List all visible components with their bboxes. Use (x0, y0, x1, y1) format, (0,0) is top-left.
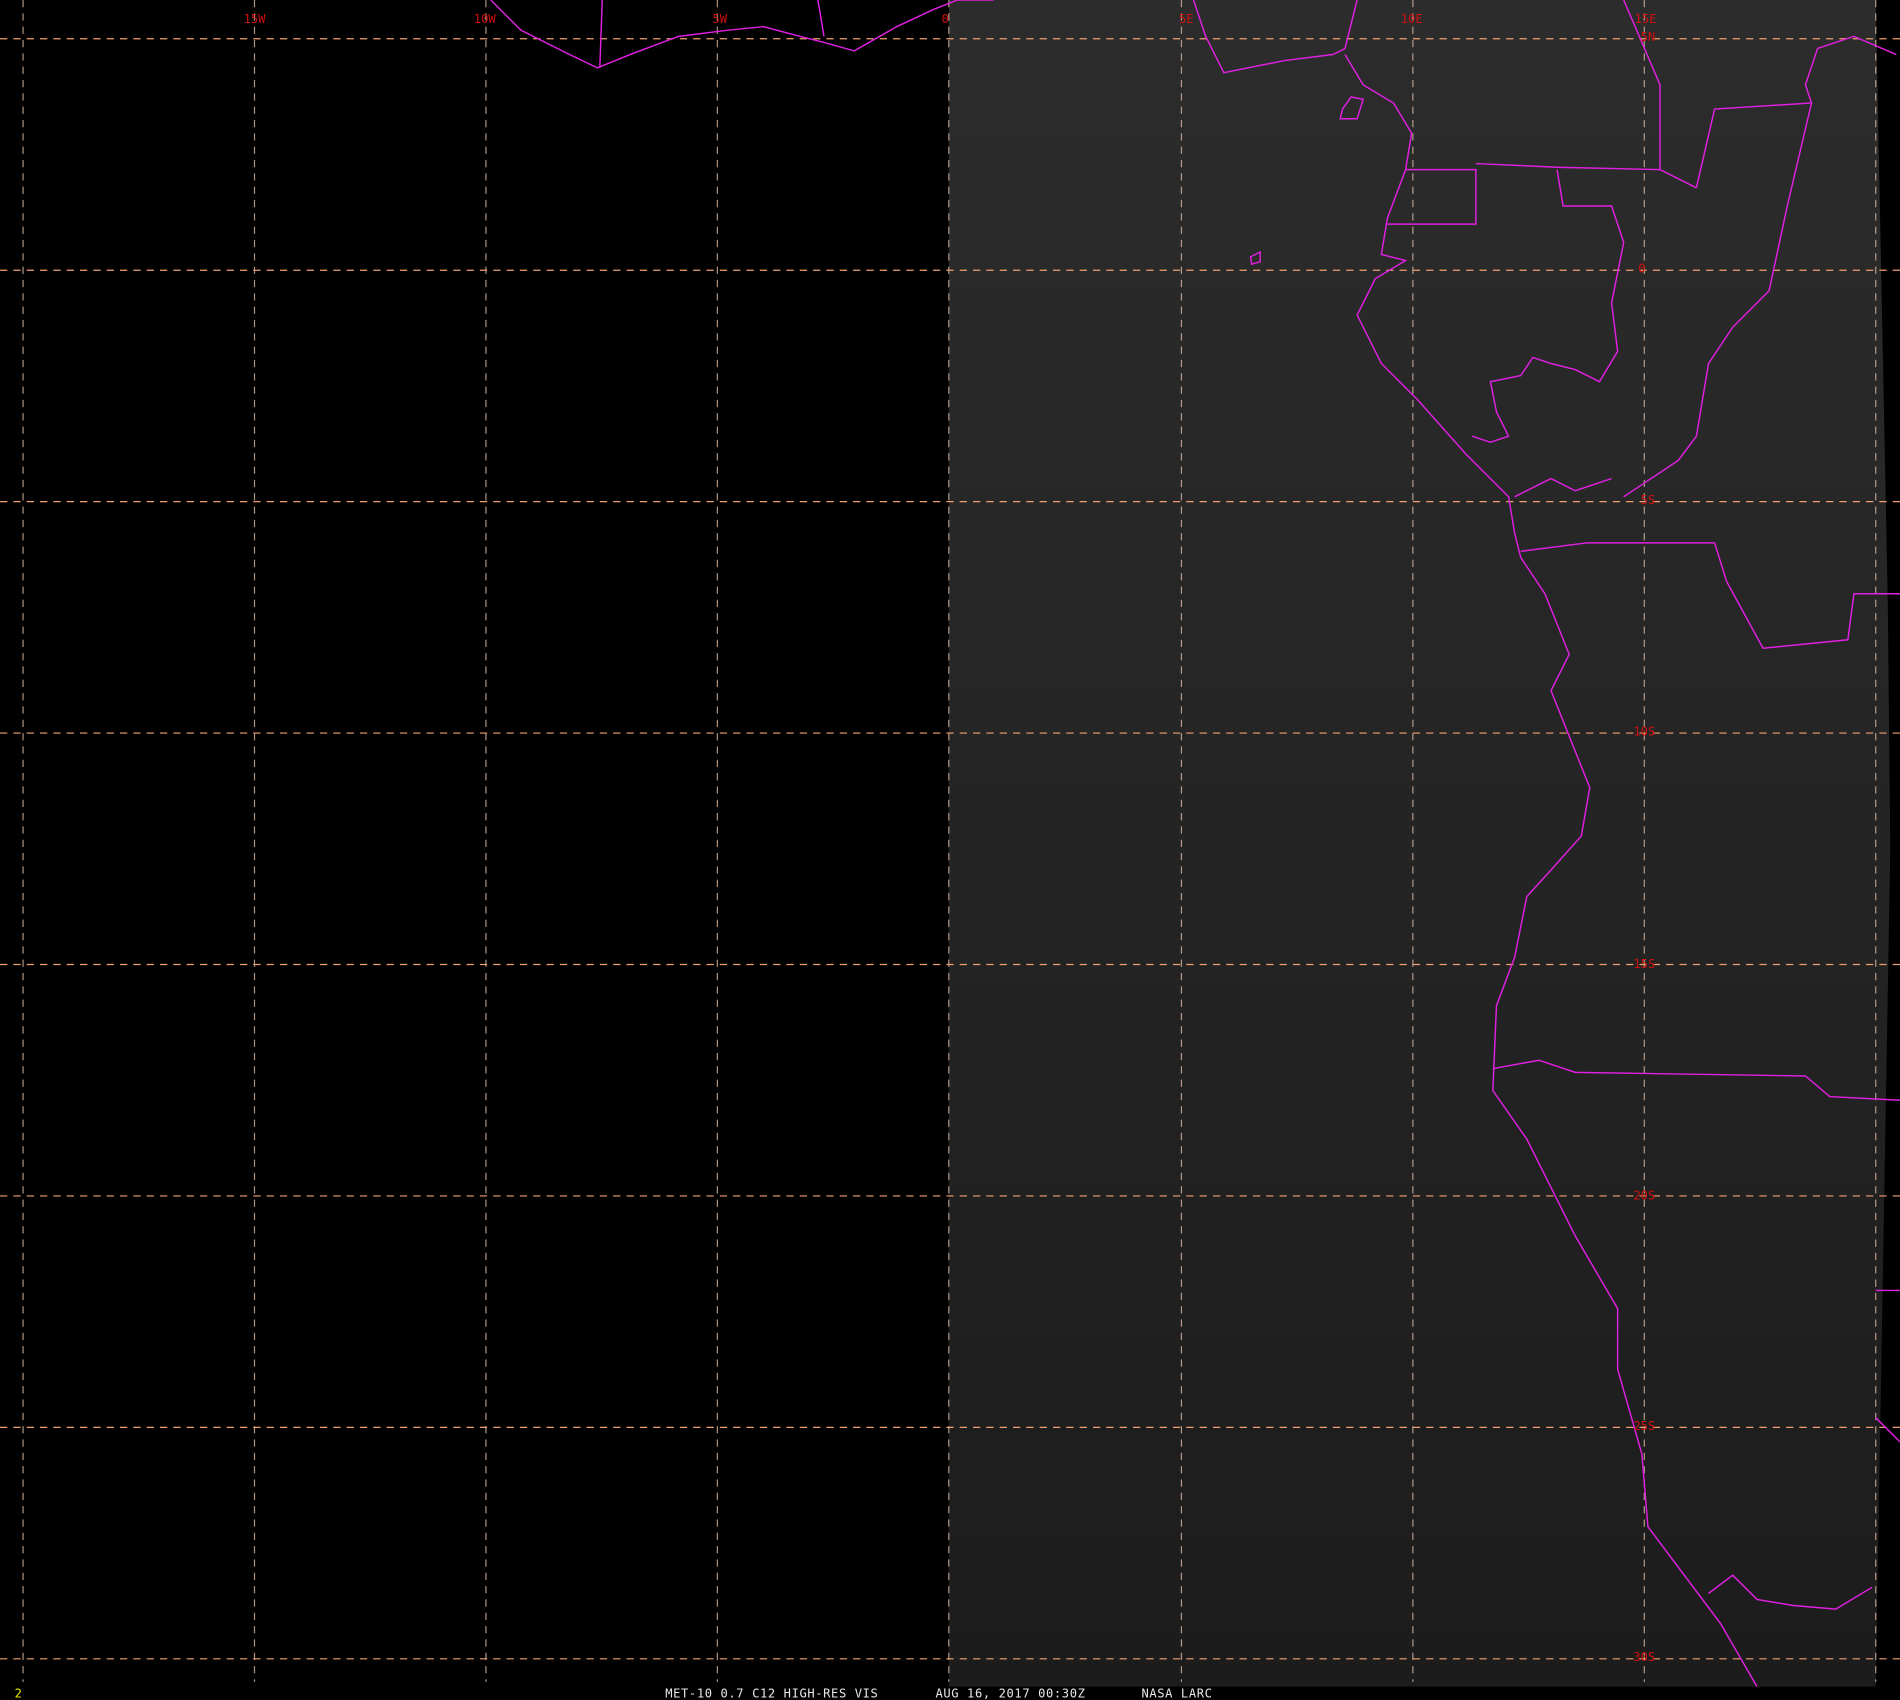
lon-label: 5E (1179, 12, 1194, 26)
caption-product: MET-10 0.7 C12 HIGH-RES VIS (665, 1687, 878, 1700)
satellite-image-viewer: 15W 10W 5W 0 5E 10E 15E 5N 0 5S 10S 15S … (0, 0, 1900, 1700)
lat-label: 30S (1633, 1650, 1655, 1664)
lon-label: 5W (713, 12, 728, 26)
lon-label: 10E (1401, 12, 1423, 26)
lat-label: 15S (1633, 957, 1655, 971)
lat-label: 0 (1638, 262, 1645, 276)
caption-datetime: AUG 16, 2017 00:30Z (935, 1687, 1085, 1700)
lat-label: 10S (1633, 724, 1655, 738)
lat-label: 20S (1633, 1189, 1655, 1203)
lat-label: 25S (1633, 1419, 1655, 1433)
frame-number: 2 (15, 1687, 23, 1700)
lat-label: 5S (1641, 493, 1656, 507)
map-canvas: 15W 10W 5W 0 5E 10E 15E 5N 0 5S 10S 15S … (0, 0, 1900, 1700)
lon-label: 0 (942, 12, 949, 26)
daylight-image-region (948, 0, 1891, 1687)
lon-label: 10W (474, 12, 497, 26)
coastline-gulf-of-guinea-north (490, 0, 994, 69)
lon-label: 15E (1635, 12, 1657, 26)
lat-label: 5N (1641, 30, 1656, 44)
caption-source: NASA LARC (1141, 1687, 1212, 1700)
lon-label: 15W (244, 12, 267, 26)
